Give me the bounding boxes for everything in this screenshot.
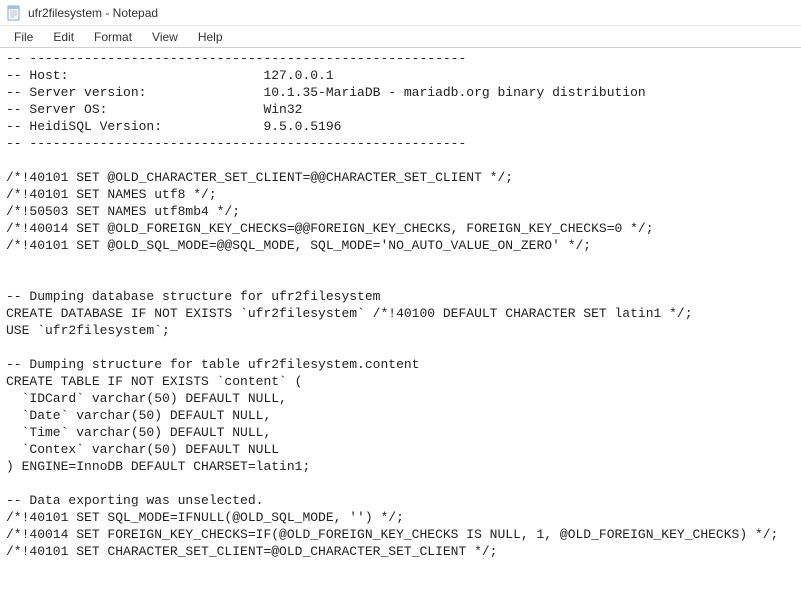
menu-view[interactable]: View	[142, 28, 188, 46]
menu-help[interactable]: Help	[188, 28, 233, 46]
menu-file[interactable]: File	[4, 28, 43, 46]
window-title: ufr2filesystem - Notepad	[28, 6, 158, 20]
text-content[interactable]: -- -------------------------------------…	[0, 48, 801, 614]
menu-edit[interactable]: Edit	[43, 28, 84, 46]
notepad-icon	[6, 5, 22, 21]
menu-format[interactable]: Format	[84, 28, 142, 46]
titlebar: ufr2filesystem - Notepad	[0, 0, 801, 26]
menubar: File Edit Format View Help	[0, 26, 801, 48]
